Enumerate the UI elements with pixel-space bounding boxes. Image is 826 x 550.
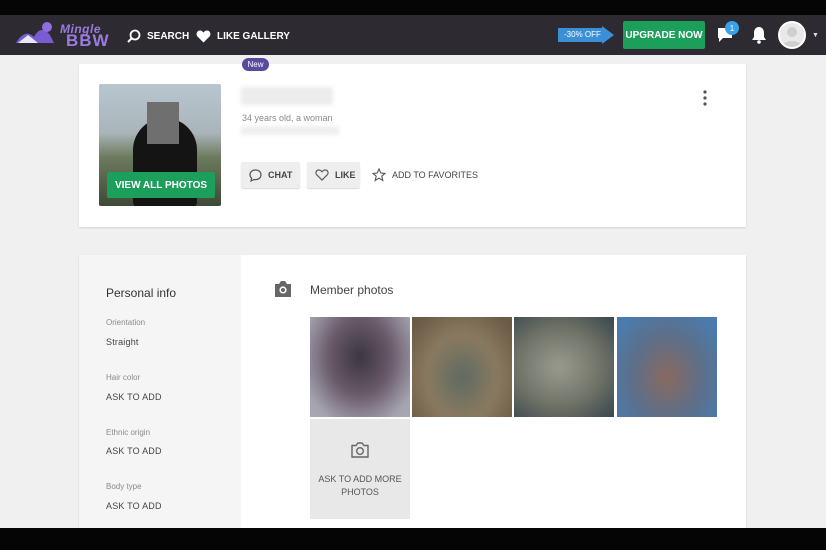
like-button-label: LIKE [335, 170, 356, 180]
member-photo-thumbnail[interactable] [514, 317, 614, 417]
age-gender-text: 34 years old, a woman [242, 113, 333, 123]
star-outline-icon [372, 168, 386, 182]
discount-label: -30% OFF [564, 30, 601, 39]
body-type-ask-link[interactable]: ASK TO ADD [106, 501, 162, 511]
camera-outline-icon [351, 442, 369, 458]
chevron-down-icon[interactable]: ▼ [812, 32, 819, 39]
orientation-label: Orientation [106, 318, 146, 327]
site-logo[interactable]: Mingle BBW [14, 19, 110, 53]
bottom-black-bar [0, 528, 826, 550]
top-black-bar [0, 0, 826, 15]
favorites-label: ADD TO FAVORITES [392, 170, 479, 180]
heart-outline-icon [315, 169, 329, 181]
discount-arrow-badge[interactable]: -30% OFF [558, 26, 614, 44]
nav-gallery-label: LIKE GALLERY [217, 30, 290, 42]
like-button[interactable]: LIKE [307, 162, 360, 188]
new-badge: New [242, 58, 269, 71]
nav-search-label: SEARCH [147, 30, 190, 42]
member-photos-title: Member photos [310, 283, 394, 297]
details-card: Personal info Orientation Straight Hair … [79, 255, 746, 528]
member-photo-thumbnail[interactable] [310, 317, 410, 417]
heart-icon [196, 30, 211, 42]
body-type-label: Body type [106, 482, 142, 491]
orientation-value: Straight [106, 337, 139, 347]
member-photo-thumbnail[interactable] [617, 317, 717, 417]
messages-count-badge: 1 [725, 21, 739, 35]
user-avatar[interactable] [778, 21, 806, 49]
chat-bubble-icon [249, 168, 262, 182]
add-to-favorites-button[interactable]: ADD TO FAVORITES [372, 168, 478, 182]
hair-color-label: Hair color [106, 373, 141, 382]
nav-search[interactable]: SEARCH [127, 27, 189, 45]
ethnic-origin-ask-link[interactable]: ASK TO ADD [106, 446, 162, 456]
profile-card: New VIEW ALL PHOTOS 34 years old, a woma… [79, 58, 746, 227]
view-all-photos-button[interactable]: VIEW ALL PHOTOS [107, 172, 215, 198]
user-silhouette-icon [782, 27, 802, 47]
logo-figure-icon [16, 22, 54, 43]
upgrade-now-button[interactable]: UPGRADE NOW [623, 21, 705, 49]
logo-text-bottom: BBW [66, 31, 110, 50]
personal-info-title: Personal info [106, 286, 177, 300]
ethnic-origin-label: Ethnic origin [106, 428, 151, 437]
chat-button-label: CHAT [268, 170, 293, 180]
ask-more-photos-tile[interactable]: ASK TO ADD MORE PHOTOS [310, 419, 410, 519]
search-icon [127, 29, 141, 43]
chat-button[interactable]: CHAT [241, 162, 300, 188]
ask-more-photos-label: ASK TO ADD MORE PHOTOS [318, 474, 402, 497]
more-options-icon[interactable] [699, 89, 711, 107]
blurred-username [241, 87, 333, 105]
nav-like-gallery[interactable]: LIKE GALLERY [196, 27, 290, 45]
header-bar: Mingle BBW SEARCH LIKE GALLERY -30% OFF … [0, 15, 826, 55]
profile-photo[interactable]: VIEW ALL PHOTOS [99, 84, 221, 206]
camera-icon [275, 281, 291, 297]
personal-info-panel: Personal info Orientation Straight Hair … [79, 255, 241, 528]
hair-color-ask-link[interactable]: ASK TO ADD [106, 392, 162, 402]
photo-pixelated-face [147, 102, 179, 144]
page-content: New VIEW ALL PHOTOS 34 years old, a woma… [0, 55, 826, 528]
notifications-bell-icon[interactable] [751, 26, 767, 44]
member-photo-thumbnail[interactable] [412, 317, 512, 417]
blurred-location [241, 126, 339, 135]
